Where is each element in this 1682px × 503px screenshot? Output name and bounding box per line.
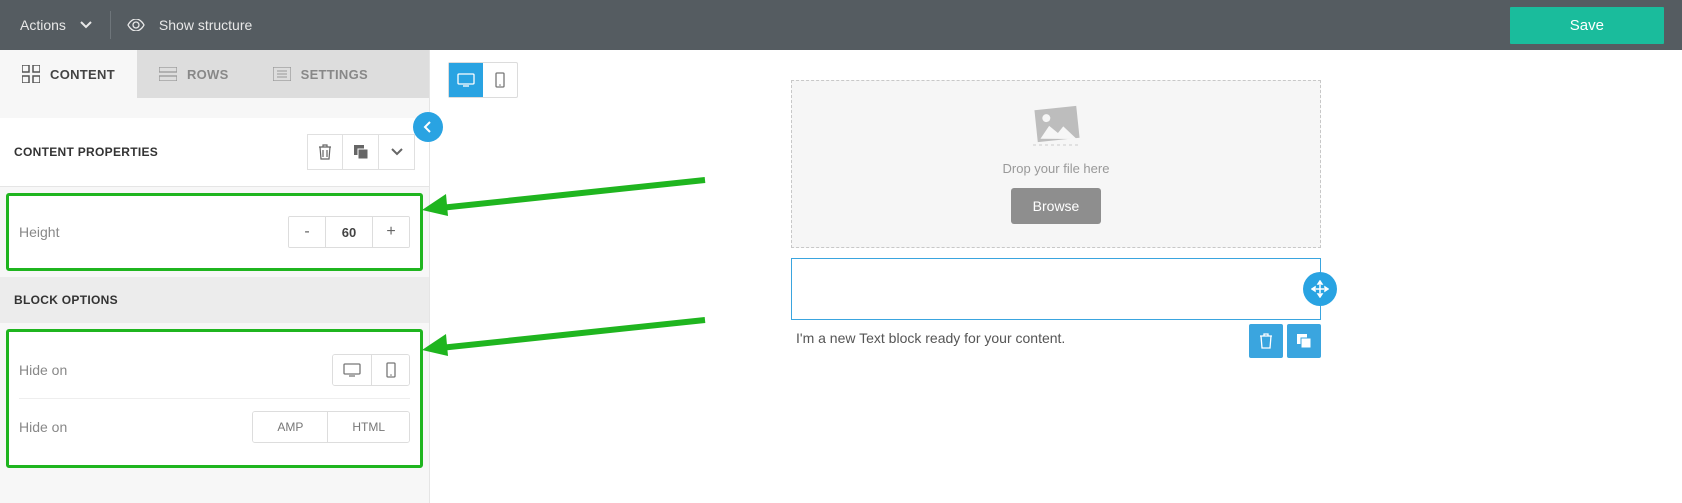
- chevron-down-icon: [80, 21, 92, 29]
- text-block[interactable]: I'm a new Text block ready for your cont…: [791, 326, 1321, 350]
- height-stepper: - +: [288, 216, 410, 248]
- height-input[interactable]: [325, 217, 373, 247]
- move-handle[interactable]: [1303, 272, 1337, 306]
- tab-content[interactable]: CONTENT: [0, 50, 137, 98]
- show-structure-toggle[interactable]: Show structure: [127, 17, 252, 33]
- mobile-icon: [386, 362, 396, 378]
- collapse-section-button[interactable]: [379, 134, 415, 170]
- copy-icon: [1296, 333, 1312, 349]
- tab-content-label: CONTENT: [50, 67, 115, 82]
- eye-icon: [127, 19, 145, 31]
- height-label: Height: [19, 224, 288, 240]
- rows-icon: [159, 67, 177, 81]
- delete-button[interactable]: [307, 134, 343, 170]
- hide-on-mobile-button[interactable]: [371, 355, 409, 385]
- collapse-sidebar-button[interactable]: [413, 112, 443, 142]
- sidebar: CONTENT ROWS SETTINGS CONTENT PROPERTIES: [0, 50, 430, 503]
- tab-rows-label: ROWS: [187, 67, 229, 82]
- move-icon: [1311, 280, 1329, 298]
- hide-on-device-row: Hide on: [19, 342, 410, 398]
- duplicate-button[interactable]: [343, 134, 379, 170]
- hide-on-amp-button[interactable]: AMP: [253, 412, 327, 442]
- tab-settings-label: SETTINGS: [301, 67, 368, 82]
- desktop-icon: [343, 363, 361, 377]
- browse-button[interactable]: Browse: [1011, 188, 1102, 224]
- content-properties-header: CONTENT PROPERTIES: [0, 118, 429, 187]
- tab-settings[interactable]: SETTINGS: [251, 50, 390, 98]
- actions-label: Actions: [20, 17, 66, 33]
- selected-spacer-block[interactable]: [791, 258, 1321, 320]
- content-properties-title: CONTENT PROPERTIES: [14, 145, 307, 159]
- settings-icon: [273, 67, 291, 81]
- chevron-down-icon: [390, 147, 404, 157]
- chevron-left-icon: [423, 120, 433, 134]
- height-property-panel: Height - +: [6, 193, 423, 271]
- row-delete-button[interactable]: [1249, 324, 1283, 358]
- drop-hint-text: Drop your file here: [1003, 161, 1110, 176]
- sidebar-tabs: CONTENT ROWS SETTINGS: [0, 50, 429, 98]
- row-duplicate-button[interactable]: [1287, 324, 1321, 358]
- show-structure-label: Show structure: [159, 17, 252, 33]
- row-actions: [1249, 324, 1321, 358]
- canvas: Drop your file here Browse I'm a new Tex…: [430, 50, 1682, 503]
- actions-dropdown[interactable]: Actions: [18, 11, 94, 39]
- trash-icon: [1259, 333, 1273, 349]
- hide-on-device-toggle: [332, 354, 410, 386]
- block-options-panel: Hide on Hide on AMP HTML: [6, 329, 423, 468]
- height-increment-button[interactable]: +: [373, 217, 409, 247]
- image-placeholder-icon: [1029, 105, 1083, 149]
- tab-rows[interactable]: ROWS: [137, 50, 251, 98]
- copy-icon: [353, 144, 369, 160]
- divider: [110, 11, 111, 39]
- main: CONTENT ROWS SETTINGS CONTENT PROPERTIES: [0, 50, 1682, 503]
- hide-on-format-toggle: AMP HTML: [252, 411, 410, 443]
- save-button[interactable]: Save: [1510, 7, 1664, 44]
- hide-on-desktop-button[interactable]: [333, 355, 371, 385]
- block-options-title: BLOCK OPTIONS: [14, 293, 415, 307]
- text-block-content: I'm a new Text block ready for your cont…: [796, 330, 1065, 346]
- header-actions: [307, 134, 415, 170]
- grid-icon: [22, 65, 40, 83]
- top-bar: Actions Show structure Save: [0, 0, 1682, 50]
- hide-on-html-button[interactable]: HTML: [327, 412, 409, 442]
- trash-icon: [318, 144, 332, 160]
- hide-on-label-1: Hide on: [19, 362, 332, 378]
- hide-on-format-row: Hide on AMP HTML: [19, 398, 410, 455]
- block-options-header: BLOCK OPTIONS: [0, 277, 429, 323]
- height-decrement-button[interactable]: -: [289, 217, 325, 247]
- image-drop-zone[interactable]: Drop your file here Browse: [791, 80, 1321, 248]
- hide-on-label-2: Hide on: [19, 419, 252, 435]
